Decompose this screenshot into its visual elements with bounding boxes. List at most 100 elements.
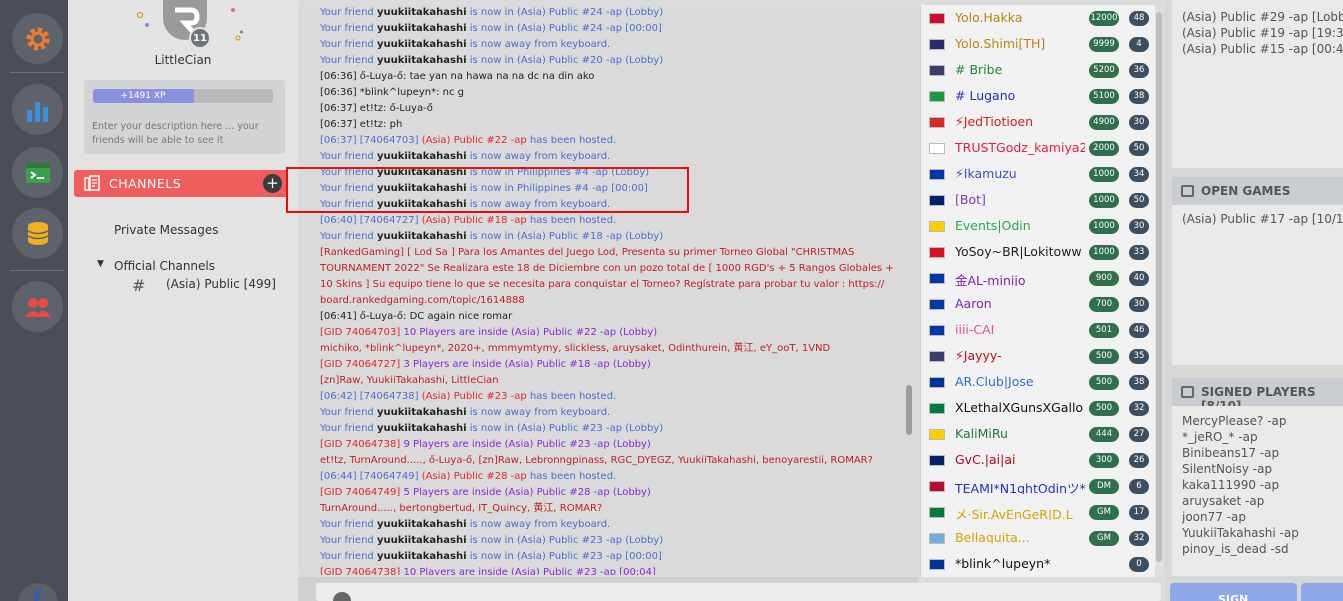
player-name[interactable]: XLethalXGunsXGallo — [955, 400, 1085, 416]
player-name[interactable]: ⚡JedTiotioen — [955, 114, 1085, 130]
secondary-button[interactable] — [1301, 583, 1343, 601]
player-name[interactable]: # Bribe — [955, 62, 1085, 78]
player-row[interactable]: KaliMiRu 444 27 — [921, 421, 1156, 447]
player-row[interactable]: ⚡Jayyy- 500 35 — [921, 343, 1156, 369]
player-row[interactable]: メ·Sir.AvEnGeR|D.L GM 17 — [921, 499, 1156, 525]
friends-button[interactable] — [12, 281, 63, 332]
add-channel-button[interactable]: + — [263, 174, 282, 193]
signed-player-item[interactable]: joon77 -ap — [1182, 509, 1246, 525]
signed-player-item[interactable]: YuukiiTakahashi -ap — [1182, 525, 1299, 541]
chat-message-part: [06:37] [74064703] — [320, 135, 422, 146]
chat-message-part: is now in (Asia) Public #24 -ap [00:00] — [466, 23, 662, 34]
signed-player-item[interactable]: MercyPlease? -ap — [1182, 413, 1287, 429]
stats-button[interactable] — [12, 84, 63, 135]
chat-message-part: Your friend — [320, 39, 377, 50]
profile-description[interactable]: Enter your description here ... your fri… — [92, 120, 277, 148]
player-row[interactable]: Yolo.Shimi[TH] 9999 4 — [921, 31, 1156, 57]
player-points-badge: 5100 — [1089, 89, 1119, 104]
player-name[interactable]: *blink^lupeyn* — [955, 556, 1085, 572]
player-row[interactable]: TRUSTGodz_kamiya2 2000 50 — [921, 135, 1156, 161]
player-row[interactable]: ⚡JedTiotioen 4900 30 — [921, 109, 1156, 135]
player-points-badge: 700 — [1089, 297, 1119, 312]
player-name[interactable]: iiii-CAI — [955, 322, 1085, 338]
player-name[interactable]: Bellaquita... — [955, 530, 1085, 546]
chat-message: Your friend yuukiitakahashi is now in (A… — [320, 53, 905, 69]
game-item[interactable]: (Asia) Public #29 -ap [Lobby] — [1182, 9, 1343, 25]
player-name[interactable]: TRUSTGodz_kamiya2 — [955, 140, 1085, 156]
player-level-badge: 36 — [1129, 63, 1149, 78]
player-row[interactable]: Yolo.Hakka 12000 48 — [921, 5, 1156, 31]
official-channels-group[interactable]: Official Channels — [114, 259, 215, 273]
player-name[interactable]: TEAMI*N1ghtOdinツ*I — [955, 478, 1085, 494]
signed-player-item[interactable]: *_jeRO_* -ap — [1182, 429, 1258, 445]
player-row[interactable]: Bellaquita... GM 32 — [921, 525, 1156, 551]
player-name[interactable]: YoSoy~BR|Lokitoww — [955, 244, 1085, 260]
player-name[interactable]: AR.Club|Jose — [955, 374, 1085, 390]
signed-player-item[interactable]: kaka111990 -ap — [1182, 477, 1279, 493]
chevron-down-icon[interactable]: ▼ — [97, 259, 104, 269]
players-scroll-thumb[interactable] — [1156, 12, 1162, 562]
open-game-item[interactable]: (Asia) Public #17 -ap [10/10] — [1182, 211, 1343, 227]
signed-player-item[interactable]: aruysaket -ap — [1182, 493, 1264, 509]
enter-icon — [1181, 185, 1194, 197]
player-row[interactable]: TEAMI*N1ghtOdinツ*I DM 6 — [921, 473, 1156, 499]
facebook-button[interactable]: f — [18, 583, 58, 601]
player-name[interactable]: KaliMiRu — [955, 426, 1085, 442]
chat-message-part: is now away from keyboard. — [466, 407, 611, 418]
player-name[interactable]: ⚡Ikamuzu — [955, 166, 1085, 182]
chat-message-part: et!tz, TurnAround....., ő-Luya-ő, [zn]Ra… — [320, 455, 873, 466]
player-level-badge: 17 — [1129, 505, 1149, 520]
player-name[interactable]: Yolo.Shimi[TH] — [955, 36, 1085, 52]
player-row[interactable]: 金AL-minijo 900 40 — [921, 265, 1156, 291]
sign-button[interactable]: SIGN — [1170, 583, 1297, 601]
player-name[interactable]: GvC.|ai|ai — [955, 452, 1085, 468]
player-name[interactable]: ⚡Jayyy- — [955, 348, 1085, 364]
console-button[interactable] — [12, 147, 63, 198]
signed-player-item[interactable]: Binibeans17 -ap — [1182, 445, 1279, 461]
game-item[interactable]: (Asia) Public #19 -ap [19:34] — [1182, 25, 1343, 41]
player-name[interactable]: # Lugano — [955, 88, 1085, 104]
player-row[interactable]: GvC.|ai|ai 300 26 — [921, 447, 1156, 473]
chat-message: Your friend yuukiitakahashi is now in (A… — [320, 5, 905, 21]
player-level-badge: 38 — [1129, 375, 1149, 390]
player-name[interactable]: Yolo.Hakka — [955, 10, 1085, 26]
player-row[interactable]: Events|Odin 1000 30 — [921, 213, 1156, 239]
chat-log[interactable]: Your friend yuukiitakahashi is now in (A… — [298, 5, 918, 575]
player-row[interactable]: AR.Club|Jose 500 38 — [921, 369, 1156, 395]
chat-message-part: yuukiitakahashi — [376, 535, 467, 546]
flag-icon — [929, 403, 945, 414]
player-points-badge: 1000 — [1089, 219, 1119, 234]
channel-item[interactable]: (Asia) Public [499] — [166, 277, 276, 291]
private-messages-link[interactable]: Private Messages — [114, 223, 219, 237]
signed-player-item[interactable]: SilentNoisy -ap — [1182, 461, 1272, 477]
player-row[interactable]: # Bribe 5200 36 — [921, 57, 1156, 83]
player-row[interactable]: [Bot] 1000 50 — [921, 187, 1156, 213]
chat-message-part: (Asia) Public #28 -ap — [421, 471, 527, 482]
player-row[interactable]: ⚡Ikamuzu 1000 34 — [921, 161, 1156, 187]
signed-players-header: SIGNED PLAYERS [8/10] — [1172, 378, 1343, 413]
database-button[interactable] — [12, 208, 63, 259]
player-name[interactable]: [Bot] — [955, 192, 1085, 208]
player-row[interactable]: XLethalXGunsXGallo 500 32 — [921, 395, 1156, 421]
chat-message: Your friend yuukiitakahashi is now away … — [320, 517, 905, 533]
player-name[interactable]: メ·Sir.AvEnGeR|D.L — [955, 504, 1085, 520]
player-row[interactable]: YoSoy~BR|Lokitoww 1000 33 — [921, 239, 1156, 265]
player-row[interactable]: # Lugano 5100 38 — [921, 83, 1156, 109]
signed-player-item[interactable]: pinoy_is_dead -sd — [1182, 541, 1289, 557]
chat-input[interactable] — [316, 583, 1161, 601]
channels-header[interactable]: CHANNELS + — [74, 170, 287, 197]
player-name[interactable]: Events|Odin — [955, 218, 1085, 234]
player-points-badge: 300 — [1089, 453, 1119, 468]
chat-message-part: Your friend — [320, 535, 377, 546]
player-row[interactable]: *blink^lupeyn* 0 — [921, 551, 1156, 577]
player-name[interactable]: Aaron — [955, 296, 1085, 312]
chat-message: michiko, *blink^lupeyn*, 2020+, mmmymtym… — [320, 341, 905, 357]
game-item[interactable]: (Asia) Public #15 -ap [00:45] — [1182, 41, 1343, 57]
player-row[interactable]: iiii-CAI 501 46 — [921, 317, 1156, 343]
player-name[interactable]: 金AL-minijo — [955, 270, 1085, 286]
chat-message-part: [06:36] *blink^lupeyn*: nc g — [320, 87, 464, 98]
settings-button[interactable] — [12, 13, 63, 64]
player-row[interactable]: Aaron 700 30 — [921, 291, 1156, 317]
flag-icon — [929, 91, 945, 102]
chat-scrollbar[interactable] — [906, 385, 912, 435]
